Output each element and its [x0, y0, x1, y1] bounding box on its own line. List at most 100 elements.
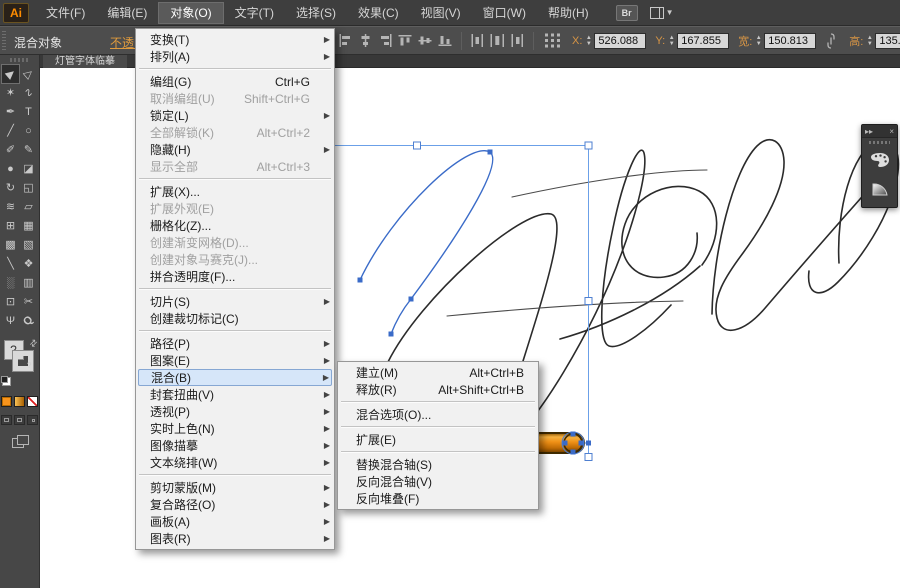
- menu-item-clipping-mask[interactable]: 剪切蒙版(M)▶: [136, 479, 334, 496]
- height-input[interactable]: 135.249: [875, 33, 900, 49]
- menu-item-arrange[interactable]: 排列(A)▶: [136, 48, 334, 65]
- menu-item-live-paint[interactable]: 实时上色(N)▶: [136, 420, 334, 437]
- submenu-item-reverse-spine[interactable]: 反向混合轴(V): [338, 473, 538, 490]
- rotate-tool[interactable]: ↻: [2, 179, 19, 197]
- screen-mode-button[interactable]: [12, 435, 28, 447]
- menu-item-blend[interactable]: 混合(B)▶: [138, 369, 332, 386]
- gradient-button[interactable]: [14, 396, 25, 407]
- slice-tool[interactable]: ✂: [20, 293, 37, 311]
- menu-type[interactable]: 文字(T): [224, 2, 285, 24]
- pen-tool[interactable]: ✒: [2, 103, 19, 121]
- control-bar-grip[interactable]: [2, 31, 6, 50]
- menu-item-slice[interactable]: 切片(S)▶: [136, 293, 334, 310]
- align-vertical-center-icon[interactable]: [418, 34, 433, 48]
- paintbrush-tool[interactable]: ✐: [2, 141, 19, 159]
- y-input[interactable]: 167.855: [677, 33, 729, 49]
- width-stepper[interactable]: ▲▼: [754, 35, 763, 47]
- free-transform-tool[interactable]: ▱: [20, 198, 37, 216]
- align-right-icon[interactable]: [378, 34, 393, 48]
- submenu-item-replace-spine[interactable]: 替换混合轴(S): [338, 456, 538, 473]
- gradient-panel-button[interactable]: [867, 175, 893, 201]
- swap-fill-stroke-icon[interactable]: ⇄: [27, 337, 40, 350]
- menu-select[interactable]: 选择(S): [285, 2, 347, 24]
- tools-panel-grip[interactable]: [10, 58, 29, 62]
- submenu-item-make[interactable]: 建立(M)Alt+Ctrl+B: [338, 364, 538, 381]
- constrain-proportions-icon[interactable]: [823, 34, 838, 48]
- menu-item-graph[interactable]: 图表(R)▶: [136, 530, 334, 547]
- y-stepper[interactable]: ▲▼: [667, 35, 676, 47]
- menu-item-perspective[interactable]: 透视(P)▶: [136, 403, 334, 420]
- distribute-left-icon[interactable]: [470, 34, 485, 48]
- hand-tool[interactable]: Ψ: [2, 312, 19, 330]
- width-input[interactable]: 150.813: [764, 33, 816, 49]
- draw-normal-button[interactable]: [1, 415, 12, 425]
- menu-effect[interactable]: 效果(C): [347, 2, 410, 24]
- menu-item-create-trim-marks[interactable]: 创建裁切标记(C): [136, 310, 334, 327]
- color-panel-button[interactable]: [867, 147, 893, 173]
- height-stepper[interactable]: ▲▼: [865, 35, 874, 47]
- shape-builder-tool[interactable]: ⊞: [2, 217, 19, 235]
- blob-brush-tool[interactable]: ●: [2, 160, 19, 178]
- none-button[interactable]: [27, 396, 38, 407]
- align-top-icon[interactable]: [398, 34, 413, 48]
- submenu-item-reverse-front-to-back[interactable]: 反向堆叠(F): [338, 490, 538, 507]
- pencil-tool[interactable]: ✎: [20, 141, 37, 159]
- line-segment-tool[interactable]: ╱: [2, 122, 19, 140]
- x-input[interactable]: 526.088: [594, 33, 646, 49]
- eraser-tool[interactable]: ◪: [20, 160, 37, 178]
- panel-grip[interactable]: [869, 141, 890, 144]
- menu-item-pattern[interactable]: 图案(E)▶: [136, 352, 334, 369]
- zoom-tool[interactable]: Q: [20, 312, 37, 330]
- workspace-switcher-button[interactable]: ▼: [650, 7, 674, 19]
- menu-item-image-trace[interactable]: 图像描摹▶: [136, 437, 334, 454]
- column-graph-tool[interactable]: ▥: [20, 274, 37, 292]
- menu-item-hide[interactable]: 隐藏(H)▶: [136, 141, 334, 158]
- menu-object[interactable]: 对象(O): [158, 2, 223, 24]
- artboard-tool[interactable]: ⊡: [2, 293, 19, 311]
- document-tab[interactable]: 灯管字体临摹: [43, 55, 127, 68]
- magic-wand-tool[interactable]: ✶: [2, 84, 19, 102]
- align-left-icon[interactable]: [338, 34, 353, 48]
- mesh-tool[interactable]: ▩: [2, 236, 19, 254]
- menu-item-rasterize[interactable]: 栅格化(Z)...: [136, 217, 334, 234]
- menu-item-path[interactable]: 路径(P)▶: [136, 335, 334, 352]
- menu-window[interactable]: 窗口(W): [472, 2, 537, 24]
- selection-tool[interactable]: ▶: [2, 65, 19, 83]
- lasso-tool[interactable]: ∿: [20, 84, 37, 102]
- menu-item-lock[interactable]: 锁定(L)▶: [136, 107, 334, 124]
- draw-behind-button[interactable]: [14, 415, 25, 425]
- default-fill-stroke-icon[interactable]: [2, 377, 11, 386]
- align-horizontal-center-icon[interactable]: [358, 34, 373, 48]
- menu-item-flatten-transparency[interactable]: 拼合透明度(F)...: [136, 268, 334, 285]
- submenu-item-release[interactable]: 释放(R)Alt+Shift+Ctrl+B: [338, 381, 538, 398]
- menu-edit[interactable]: 编辑(E): [96, 2, 158, 24]
- gradient-tool[interactable]: ▧: [20, 236, 37, 254]
- submenu-item-blend-options[interactable]: 混合选项(O)...: [338, 406, 538, 423]
- menu-item-group[interactable]: 编组(G)Ctrl+G: [136, 73, 334, 90]
- eyedropper-tool[interactable]: ╲: [2, 255, 19, 273]
- perspective-grid-tool[interactable]: ▦: [20, 217, 37, 235]
- menu-item-expand[interactable]: 扩展(X)...: [136, 183, 334, 200]
- stroke-swatch[interactable]: ?: [13, 351, 33, 371]
- menu-item-transform[interactable]: 变换(T)▶: [136, 31, 334, 48]
- reference-point-grid-icon[interactable]: [545, 34, 560, 48]
- menu-view[interactable]: 视图(V): [410, 2, 472, 24]
- width-tool[interactable]: ≋: [2, 198, 19, 216]
- menu-item-text-wrap[interactable]: 文本绕排(W)▶: [136, 454, 334, 471]
- bridge-button[interactable]: Br: [616, 5, 638, 21]
- scale-tool[interactable]: ◱: [20, 179, 37, 197]
- color-button[interactable]: [1, 396, 12, 407]
- type-tool[interactable]: T: [20, 103, 37, 121]
- distribute-right-icon[interactable]: [510, 34, 525, 48]
- distribute-center-icon[interactable]: [490, 34, 505, 48]
- direct-selection-tool[interactable]: ▷: [20, 65, 37, 83]
- align-bottom-icon[interactable]: [438, 34, 453, 48]
- draw-inside-button[interactable]: [27, 415, 38, 425]
- blend-tool[interactable]: ❖: [20, 255, 37, 273]
- ellipse-tool[interactable]: ○: [20, 122, 37, 140]
- menu-item-compound-path[interactable]: 复合路径(O)▶: [136, 496, 334, 513]
- symbol-sprayer-tool[interactable]: ░: [2, 274, 19, 292]
- menu-item-artboards[interactable]: 画板(A)▶: [136, 513, 334, 530]
- menu-item-envelope-distort[interactable]: 封套扭曲(V)▶: [136, 386, 334, 403]
- menu-help[interactable]: 帮助(H): [537, 2, 600, 24]
